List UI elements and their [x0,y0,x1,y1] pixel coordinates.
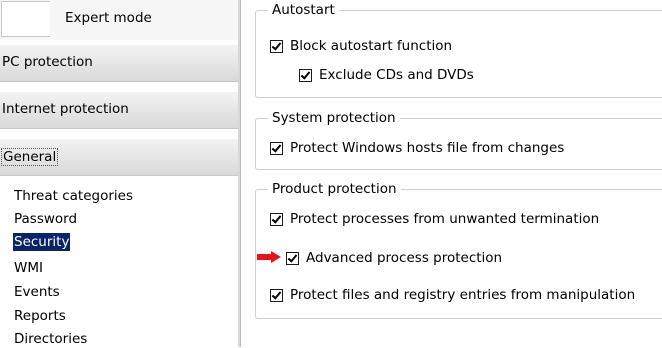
group-title-product-protection: Product protection [268,181,401,197]
group-system-protection: System protection Protect Windows hosts … [255,110,662,170]
nav-section-pc-protection[interactable]: PC protection [0,45,238,82]
nav-section-label: General [1,148,59,166]
checkbox-checked-icon[interactable] [299,69,312,82]
expert-mode-row[interactable]: Expert mode [0,0,238,40]
nav-section-label: PC protection [2,54,93,70]
exclude-cds-label: Exclude CDs and DVDs [319,67,474,83]
nav-section-internet-protection[interactable]: Internet protection [0,92,238,129]
nav-section-label: Internet protection [2,101,129,117]
nav-item-security[interactable]: Security [13,233,71,251]
block-autostart-label: Block autostart function [290,38,453,54]
protect-hosts-label: Protect Windows hosts file from changes [290,140,565,156]
group-title-system-protection: System protection [268,110,400,126]
nav-item-directories[interactable]: Directories [14,330,87,348]
checkbox-checked-icon[interactable] [270,142,283,155]
checkbox-checked-icon[interactable] [270,289,283,302]
expert-mode-label: Expert mode [65,10,152,26]
nav-item-threat-categories[interactable]: Threat categories [14,187,133,205]
nav-item-events[interactable]: Events [14,283,60,301]
expert-mode-toggle[interactable] [1,1,50,37]
group-title-autostart: Autostart [268,2,339,18]
right-arrow-icon [257,251,281,263]
protect-processes-label: Protect processes from unwanted terminat… [290,211,600,227]
nav-section-general[interactable]: General [0,139,238,176]
nav-item-reports[interactable]: Reports [14,307,66,325]
advanced-process-label: Advanced process protection [306,250,503,266]
nav-item-password[interactable]: Password [14,210,77,228]
nav-item-wmi[interactable]: WMI [14,259,43,277]
checkbox-checked-icon[interactable] [270,213,283,226]
checkbox-checked-icon[interactable] [270,40,283,53]
pane-splitter[interactable] [238,0,241,347]
group-product-protection: Product protection Protect processes fro… [255,181,662,319]
navigation-pane: Expert mode PC protection Internet prote… [0,0,238,347]
group-autostart: Autostart Block autostart function Exclu… [255,2,662,98]
protect-files-label: Protect files and registry entries from … [290,287,636,303]
checkbox-checked-icon[interactable] [286,252,299,265]
